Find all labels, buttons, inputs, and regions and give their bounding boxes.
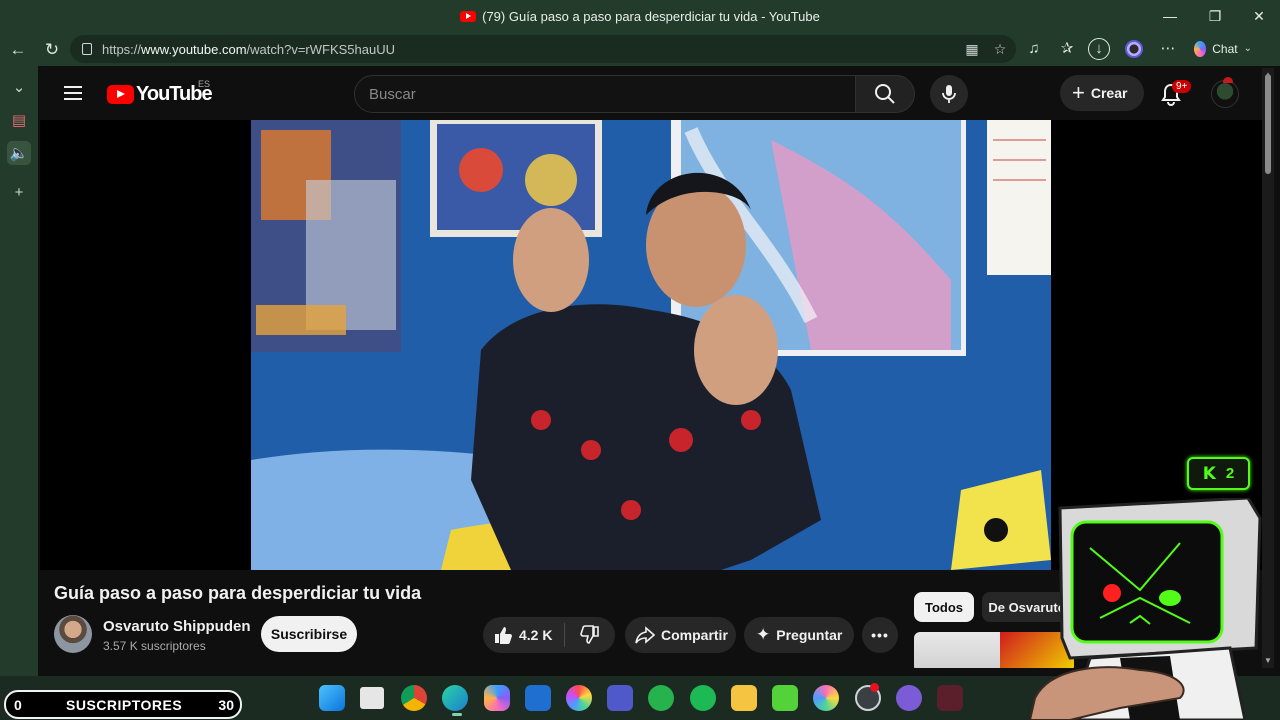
like-dislike-group: 4.2 K bbox=[483, 617, 615, 653]
pinwheel-app-icon[interactable] bbox=[813, 685, 839, 711]
notifications-badge: 9+ bbox=[1172, 80, 1192, 93]
youtube-favicon-icon bbox=[460, 10, 477, 22]
subscribe-button[interactable]: Suscribirse bbox=[261, 616, 357, 652]
share-button[interactable]: Compartir bbox=[625, 617, 736, 653]
window-titlebar: (79) Guía paso a paso para desperdiciar … bbox=[0, 0, 1280, 32]
edge-icon[interactable] bbox=[442, 685, 468, 711]
related-thumbnail[interactable] bbox=[914, 632, 1000, 668]
channel-subscriber-count: 3.57 K suscriptores bbox=[103, 639, 206, 653]
scrollbar-thumb[interactable] bbox=[1265, 74, 1271, 174]
youtube-masthead: YouTube ES + Crear 9+ bbox=[40, 68, 1262, 120]
back-arrow-icon[interactable]: ← bbox=[4, 36, 32, 64]
video-title: Guía paso a paso para desperdiciar tu vi… bbox=[54, 583, 422, 603]
kick-viewer-count: 2 bbox=[1225, 465, 1235, 482]
file-explorer-icon[interactable] bbox=[731, 685, 757, 711]
search-button[interactable] bbox=[855, 75, 915, 113]
account-avatar[interactable] bbox=[1211, 77, 1239, 108]
video-scene-image bbox=[251, 120, 1051, 570]
voice-search-button[interactable] bbox=[930, 75, 968, 113]
country-code: ES bbox=[198, 79, 211, 89]
favorite-star-icon[interactable]: ☆ bbox=[992, 41, 1008, 57]
create-button[interactable]: + Crear bbox=[1060, 75, 1144, 111]
more-actions-button[interactable]: ••• bbox=[862, 617, 898, 653]
recording-indicator-icon bbox=[870, 683, 879, 692]
chip-all[interactable]: Todos bbox=[914, 592, 974, 622]
sub-counter-current: 0 bbox=[14, 696, 22, 713]
copilot-icon bbox=[1194, 40, 1207, 57]
minimize-icon[interactable]: — bbox=[1148, 0, 1192, 32]
dislike-button[interactable] bbox=[565, 625, 615, 645]
spotify-icon[interactable] bbox=[690, 685, 716, 711]
kick-logo-icon: K bbox=[1202, 463, 1216, 484]
sub-counter-goal: 30 bbox=[218, 696, 234, 713]
copilot-taskbar-icon[interactable] bbox=[484, 685, 510, 711]
youtube-play-icon bbox=[107, 85, 134, 104]
maximize-icon[interactable]: ❐ bbox=[1193, 0, 1237, 32]
sub-counter-label: SUSCRIPTORES bbox=[66, 696, 183, 713]
create-label: Crear bbox=[1090, 85, 1128, 101]
microphone-icon bbox=[942, 85, 956, 103]
game-app-icon[interactable] bbox=[937, 685, 963, 711]
chat-app-icon[interactable] bbox=[896, 685, 922, 711]
ask-button[interactable]: ✦ Preguntar bbox=[744, 617, 854, 653]
channel-name[interactable]: Osvaruto Shippuden bbox=[103, 618, 251, 635]
search-box[interactable] bbox=[354, 75, 856, 113]
downloads-icon[interactable]: ↓ bbox=[1088, 38, 1110, 60]
refresh-icon[interactable]: ↻ bbox=[38, 36, 66, 64]
chat-label: Chat bbox=[1212, 41, 1238, 56]
more-options-icon[interactable]: ⋯ bbox=[1156, 38, 1180, 60]
window-title-text: (79) Guía paso a paso para desperdiciar … bbox=[482, 8, 820, 24]
youtube-logo[interactable]: YouTube ES bbox=[107, 79, 213, 106]
task-view-icon[interactable] bbox=[360, 687, 384, 709]
share-label: Compartir bbox=[661, 627, 728, 643]
thumbs-down-icon bbox=[580, 625, 599, 644]
menu-icon[interactable] bbox=[64, 86, 82, 100]
media-control-icon[interactable]: ♫ bbox=[1022, 38, 1046, 60]
chevron-down-icon[interactable]: ⌄ bbox=[1244, 43, 1252, 54]
url-text: https://www.youtube.com/watch?v=rWFKS5ha… bbox=[102, 41, 396, 57]
teams-icon[interactable] bbox=[607, 685, 633, 711]
search-input[interactable] bbox=[369, 85, 855, 103]
edge-active-indicator bbox=[452, 713, 462, 716]
video-frame[interactable] bbox=[251, 120, 1051, 570]
kick-viewer-badge: K 2 bbox=[1187, 457, 1250, 490]
add-icon[interactable]: + bbox=[7, 180, 31, 204]
like-count: 4.2 K bbox=[519, 627, 553, 643]
browser-sidebar: ⌄ ▤ 🔈 + bbox=[0, 66, 38, 676]
speaker-icon[interactable]: 🔈 bbox=[7, 141, 31, 165]
sparkle-icon: ✦ bbox=[756, 625, 771, 644]
profile-icon[interactable] bbox=[1122, 38, 1146, 60]
app-available-icon[interactable]: ▦ bbox=[964, 41, 980, 57]
green-arrow-app-icon[interactable] bbox=[648, 685, 674, 711]
address-bar[interactable]: https://www.youtube.com/watch?v=rWFKS5ha… bbox=[70, 35, 1016, 63]
chrome-icon[interactable] bbox=[401, 685, 427, 711]
outlook-icon[interactable] bbox=[525, 685, 551, 711]
plus-icon: + bbox=[1072, 80, 1085, 105]
copilot-chat-button[interactable]: Chat ⌄ bbox=[1188, 35, 1252, 62]
ask-label: Preguntar bbox=[776, 627, 843, 643]
chevron-down-icon[interactable]: ⌄ bbox=[7, 75, 31, 99]
windows-start-icon[interactable] bbox=[319, 685, 345, 711]
favorites-icon[interactable]: ✰ bbox=[1055, 38, 1079, 60]
store-icon[interactable]: ▤ bbox=[7, 108, 31, 132]
monitor-head-mascot bbox=[1030, 498, 1262, 720]
like-button[interactable]: 4.2 K bbox=[483, 623, 565, 647]
channel-avatar[interactable] bbox=[54, 615, 92, 653]
site-info-icon[interactable] bbox=[82, 43, 92, 55]
search-icon bbox=[875, 84, 895, 104]
window-title: (79) Guía paso a paso para desperdiciar … bbox=[460, 9, 820, 24]
close-icon[interactable]: ✕ bbox=[1237, 0, 1280, 32]
thumbs-up-icon bbox=[495, 627, 512, 644]
subscriber-goal-counter: 0 SUSCRIPTORES 30 bbox=[4, 690, 242, 719]
green-bars-app-icon[interactable] bbox=[772, 685, 798, 711]
share-arrow-icon bbox=[635, 626, 655, 644]
color-wheel-app-icon[interactable] bbox=[566, 685, 592, 711]
